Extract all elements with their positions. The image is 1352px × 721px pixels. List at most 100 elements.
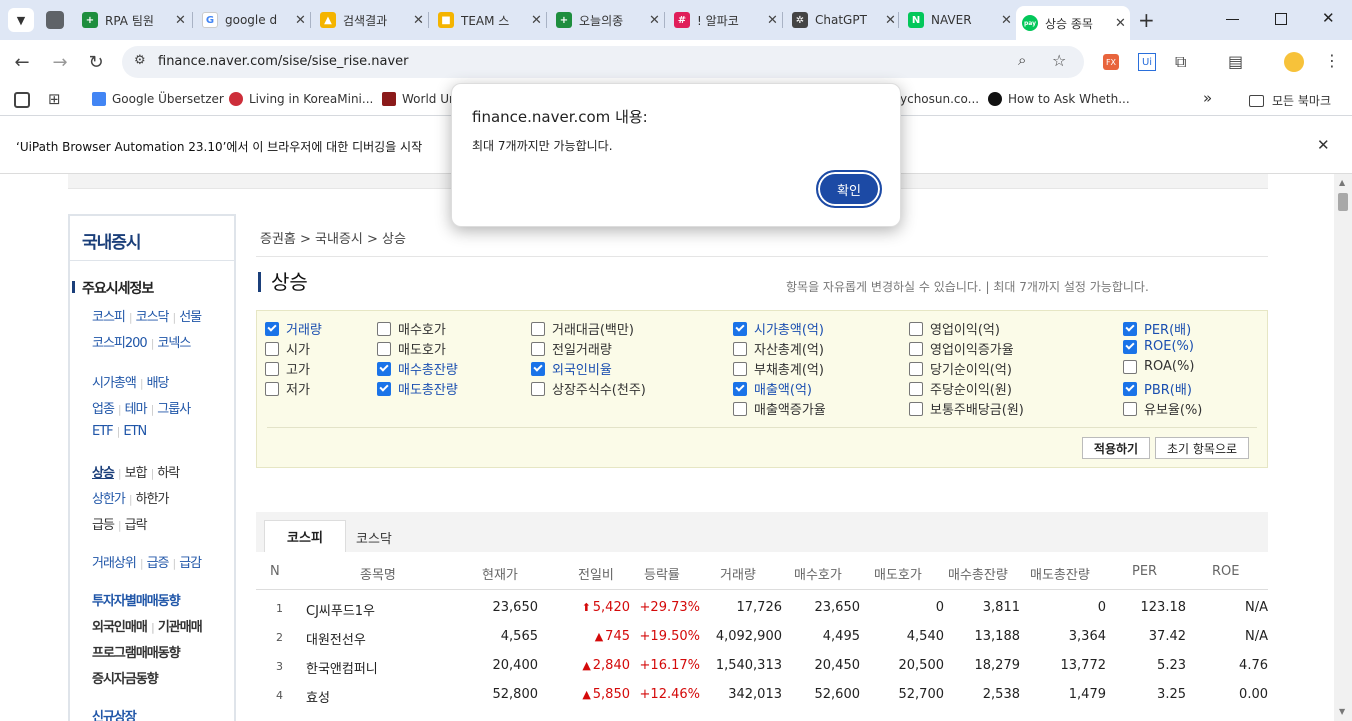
browser-tab[interactable]: ▲ 검색결과 ✕: [314, 7, 424, 33]
lnb-link[interactable]: 외국인매매: [92, 620, 148, 635]
stock-name-link[interactable]: 한국앤컴퍼니: [306, 658, 378, 677]
option-checkbox[interactable]: 당기순이익(억): [909, 359, 1012, 378]
lnb-link[interactable]: 배당: [147, 376, 170, 391]
tab-close-icon[interactable]: ✕: [767, 13, 778, 28]
browser-tab[interactable]: ✲ ChatGPT ✕: [786, 7, 896, 33]
page-scrollbar[interactable]: ▲ ▼: [1334, 174, 1352, 721]
lnb-link[interactable]: 투자자별매매동향: [92, 594, 181, 609]
apply-button[interactable]: 적용하기: [1082, 437, 1150, 459]
option-checkbox[interactable]: 시가: [265, 339, 310, 358]
menu-kebab-icon[interactable]: ⋮: [1324, 51, 1340, 70]
lnb-link[interactable]: 신규상장: [92, 710, 137, 721]
checkbox-icon[interactable]: [265, 361, 279, 376]
bookmark-item[interactable]: Google Übersetzer: [92, 92, 224, 106]
site-info-icon[interactable]: ⚙: [134, 53, 146, 68]
checkbox-icon[interactable]: [909, 381, 923, 396]
bookmark-app-icon[interactable]: [14, 92, 30, 108]
tab-group-icon[interactable]: [46, 11, 64, 29]
option-checkbox[interactable]: 매출액증가율: [733, 399, 826, 418]
browser-tab[interactable]: + RPA 팀원 ✕: [76, 7, 186, 33]
scroll-down-icon[interactable]: ▼: [1339, 707, 1345, 716]
tab-close-icon[interactable]: ✕: [531, 13, 542, 28]
lnb-link[interactable]: ETN: [123, 424, 147, 439]
lnb-link[interactable]: 그룹사: [157, 402, 191, 417]
lnb-link[interactable]: 급증: [147, 556, 170, 571]
option-checkbox[interactable]: 매수총잔량: [377, 359, 458, 378]
checkbox-icon[interactable]: [265, 381, 279, 396]
option-checkbox[interactable]: 외국인비율: [531, 359, 612, 378]
option-checkbox[interactable]: 고가: [265, 359, 310, 378]
option-checkbox[interactable]: 부채총계(억): [733, 359, 824, 378]
browser-tab[interactable]: # ! 알파코 ✕: [668, 7, 778, 33]
tab-close-icon[interactable]: ✕: [175, 13, 186, 28]
tab-close-icon[interactable]: ✕: [885, 13, 896, 28]
dialog-ok-button[interactable]: 확인: [816, 170, 882, 208]
stock-name-link[interactable]: CJ씨푸드1우: [306, 600, 375, 619]
window-close-button[interactable]: ✕: [1322, 9, 1335, 27]
scroll-up-icon[interactable]: ▲: [1339, 178, 1345, 187]
tab-kospi[interactable]: 코스피: [264, 520, 346, 552]
lnb-link[interactable]: 코스닥: [136, 310, 170, 325]
lnb-link[interactable]: 증시자금동향: [92, 672, 159, 687]
checkbox-icon[interactable]: [733, 361, 747, 376]
lnb-link[interactable]: 테마: [125, 402, 148, 417]
checkbox-icon[interactable]: [531, 381, 545, 396]
checkbox-icon[interactable]: [1123, 359, 1137, 374]
checkbox-icon[interactable]: [733, 401, 747, 416]
option-checkbox[interactable]: 보통주배당금(원): [909, 399, 1024, 418]
scrollbar-thumb[interactable]: [1338, 193, 1348, 211]
browser-tab[interactable]: Ggoogle d ✕: [196, 7, 306, 33]
checkbox-icon[interactable]: [377, 321, 391, 336]
tab-close-icon[interactable]: ✕: [649, 13, 660, 28]
option-checkbox[interactable]: 자산총계(억): [733, 339, 824, 358]
checkbox-icon[interactable]: [1123, 381, 1137, 396]
back-button[interactable]: ←: [10, 50, 34, 74]
profile-avatar[interactable]: [1284, 52, 1304, 72]
option-checkbox[interactable]: 매도호가: [377, 339, 446, 358]
new-tab-button[interactable]: +: [1138, 8, 1155, 32]
option-checkbox[interactable]: PER(배): [1123, 319, 1191, 338]
url-text[interactable]: finance.naver.com/sise/sise_rise.naver: [158, 54, 409, 69]
lnb-link[interactable]: 코넥스: [157, 336, 191, 351]
option-checkbox[interactable]: 매수호가: [377, 319, 446, 338]
option-checkbox[interactable]: 주당순이익(원): [909, 379, 1012, 398]
lnb-link[interactable]: 코스피200: [92, 336, 148, 351]
stock-name-link[interactable]: 대원전선우: [306, 629, 366, 648]
reset-button[interactable]: 초기 항목으로: [1155, 437, 1249, 459]
all-bookmarks-button[interactable]: 모든 북마크: [1249, 92, 1331, 109]
option-checkbox[interactable]: 거래량: [265, 319, 322, 338]
option-checkbox[interactable]: ROA(%): [1123, 359, 1194, 374]
checkbox-icon[interactable]: [1123, 321, 1137, 336]
stock-name-link[interactable]: 효성: [306, 687, 330, 706]
reading-list-icon[interactable]: ▤: [1228, 52, 1243, 71]
option-checkbox[interactable]: 매도총잔량: [377, 379, 458, 398]
infobar-close-icon[interactable]: ✕: [1317, 136, 1330, 154]
tab-kosdaq[interactable]: 코스닥: [356, 528, 392, 547]
tab-close-icon[interactable]: ✕: [295, 13, 306, 28]
lnb-link[interactable]: 보합: [125, 466, 148, 481]
checkbox-icon[interactable]: [531, 361, 545, 376]
lnb-link[interactable]: 기관매매: [158, 620, 203, 635]
zoom-icon[interactable]: ⌕: [1018, 51, 1026, 69]
lnb-link[interactable]: 코스피: [92, 310, 126, 325]
checkbox-icon[interactable]: [733, 321, 747, 336]
checkbox-icon[interactable]: [1123, 339, 1137, 354]
bookmark-item[interactable]: World Ur: [382, 92, 454, 106]
checkbox-icon[interactable]: [733, 381, 747, 396]
checkbox-icon[interactable]: [909, 361, 923, 376]
checkbox-icon[interactable]: [531, 341, 545, 356]
checkbox-icon[interactable]: [909, 321, 923, 336]
browser-tab[interactable]: N NAVER ✕: [902, 7, 1012, 33]
lnb-link[interactable]: 시가총액: [92, 376, 137, 391]
apps-grid-icon[interactable]: ⊞: [48, 90, 61, 108]
reload-button[interactable]: ↻: [84, 50, 108, 74]
checkbox-icon[interactable]: [377, 381, 391, 396]
bookmark-item[interactable]: ychosun.co...: [900, 92, 979, 106]
bookmark-star-icon[interactable]: ☆: [1052, 51, 1066, 70]
lnb-link[interactable]: 선물: [179, 310, 202, 325]
lnb-link[interactable]: 하한가: [136, 492, 170, 507]
forward-button[interactable]: →: [48, 50, 72, 74]
address-bar[interactable]: ⚙ finance.naver.com/sise/sise_rise.naver…: [122, 46, 1084, 78]
lnb-link[interactable]: 상한가: [92, 492, 126, 507]
fx-extension-icon[interactable]: FX: [1103, 54, 1119, 70]
